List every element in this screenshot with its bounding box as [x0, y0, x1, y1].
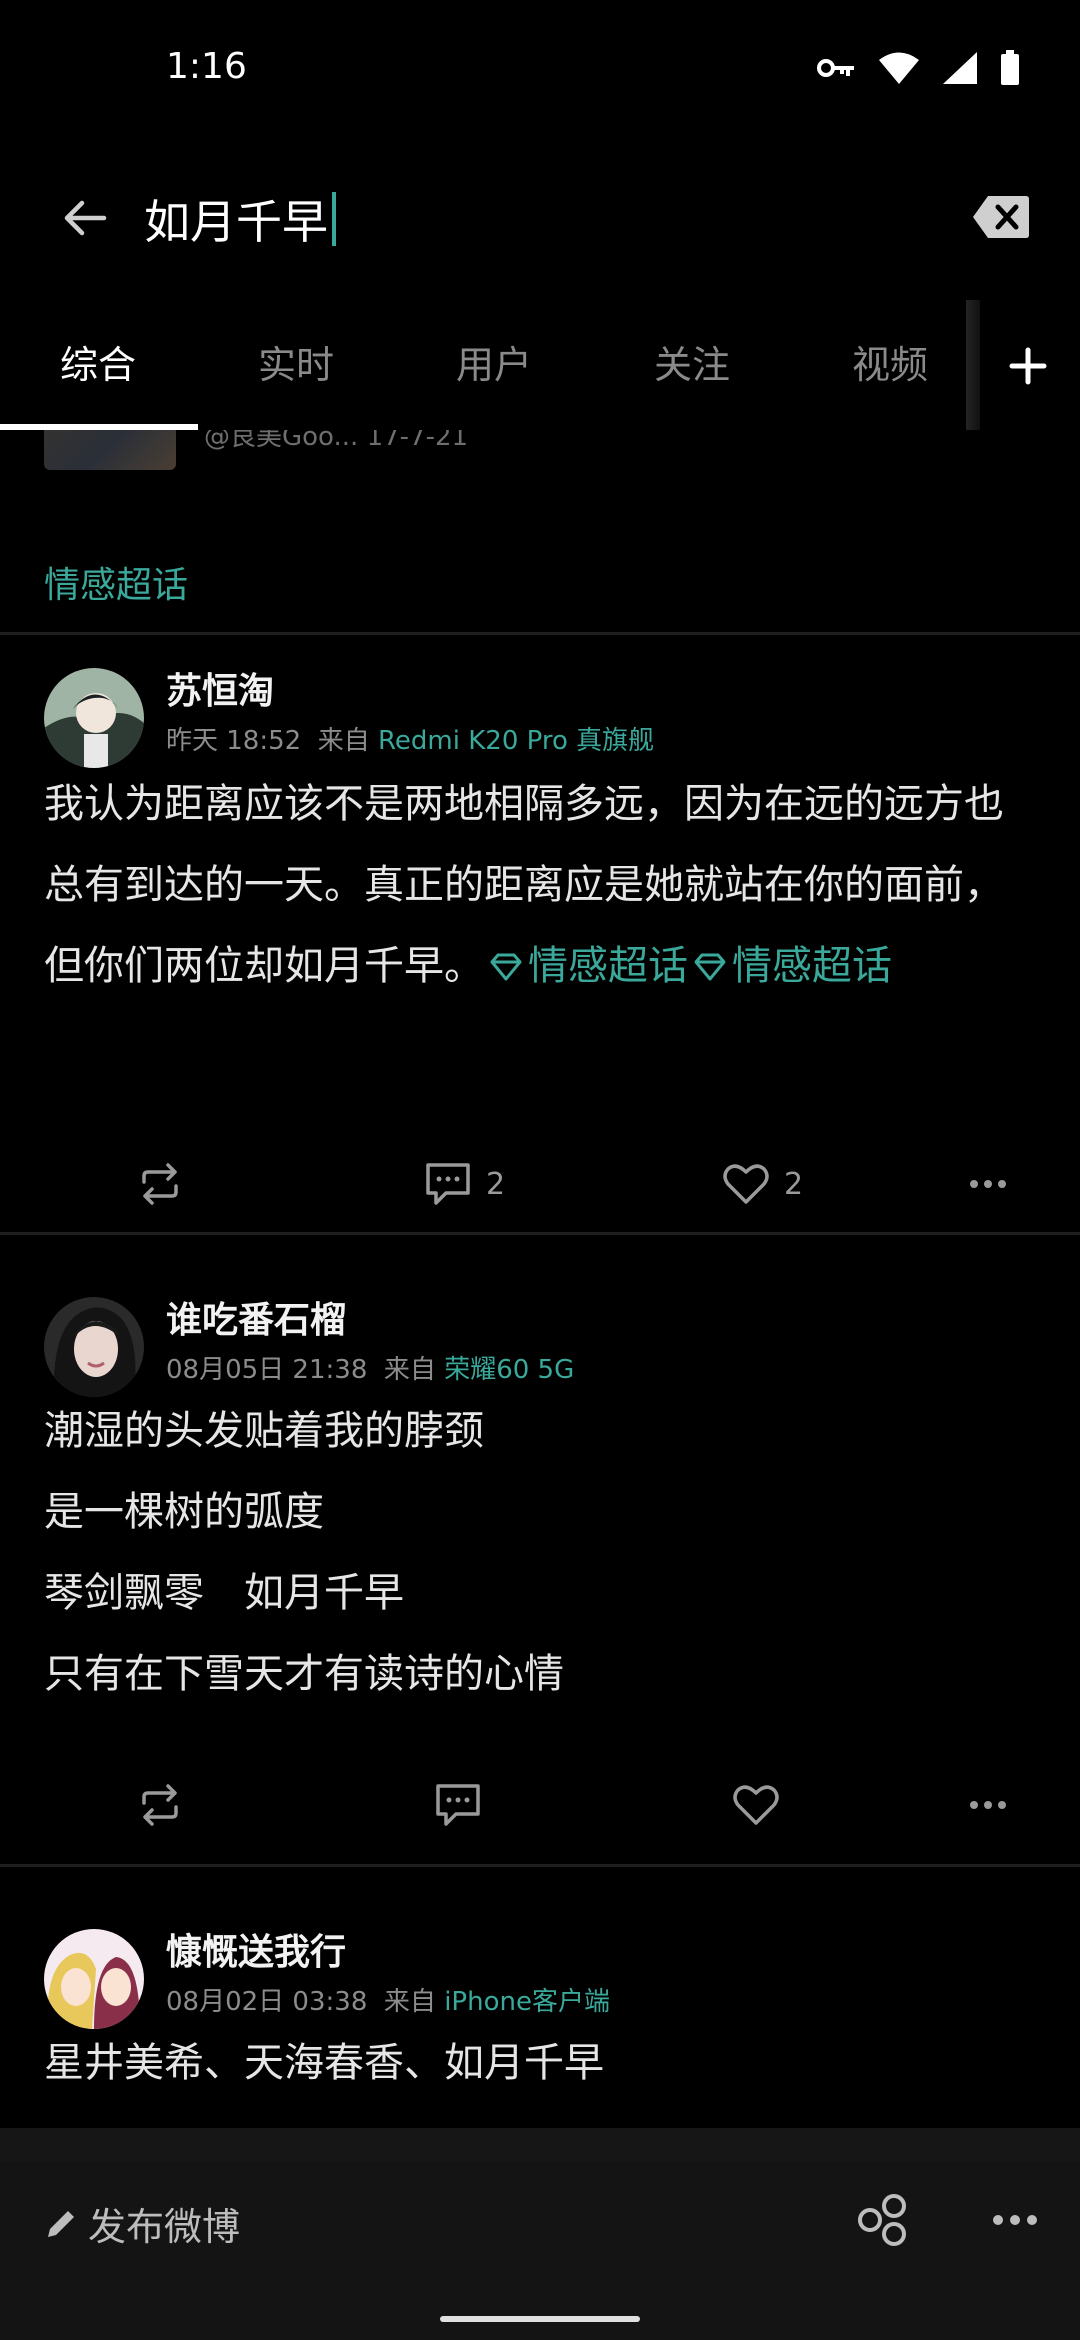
more-options-button[interactable]: [968, 1775, 1008, 1835]
battery-icon: [1001, 50, 1019, 85]
heart-icon: [723, 1164, 769, 1204]
username[interactable]: 苏恒淘: [166, 662, 274, 714]
wifi-icon: [879, 52, 919, 84]
post-line: 潮湿的头发贴着我的脖颈: [44, 1408, 484, 1454]
avatar[interactable]: [44, 1297, 144, 1397]
status-time: 1:16: [166, 46, 247, 87]
like-count: 2: [784, 1166, 804, 1202]
compose-button[interactable]: 发布微博: [44, 2196, 240, 2251]
post-body[interactable]: 我认为距离应该不是两地相隔多远，因为在远的远方也总有到达的一天。真正的距离应是她…: [44, 764, 1036, 1007]
partial-list-item[interactable]: @良美Goo... 17-7-21: [0, 430, 1080, 470]
post-source[interactable]: iPhone客户端: [444, 1987, 610, 2017]
avatar[interactable]: [44, 668, 144, 768]
repost-icon: [142, 1163, 178, 1205]
username[interactable]: 谁吃番石榴: [166, 1291, 346, 1343]
topic-link[interactable]: 情感超话: [688, 943, 892, 989]
section-label[interactable]: 情感超话: [44, 556, 188, 608]
clear-text-icon[interactable]: [972, 194, 1030, 240]
post-body[interactable]: 星井美希、天海春香、如月千早: [44, 2023, 1036, 2104]
status-bar: 1:16: [0, 0, 1080, 140]
repost-icon: [142, 1784, 178, 1826]
post-source-prefix: 来自: [383, 1987, 436, 2017]
compose-label: 发布微博: [88, 2205, 241, 2249]
post-source-prefix: 来自: [317, 726, 370, 756]
avatar[interactable]: [44, 1929, 144, 2029]
post-source[interactable]: 荣耀60 5G: [444, 1355, 574, 1385]
more-dots-icon: [970, 1180, 1006, 1188]
search-input[interactable]: 如月千早: [144, 186, 336, 252]
like-button[interactable]: 2: [722, 1154, 803, 1214]
search-bar: 如月千早: [0, 168, 1080, 268]
post-time: 昨天 18:52: [166, 726, 302, 756]
post-source-prefix: 来自: [383, 1355, 436, 1385]
post-time: 08月02日 03:38: [166, 1987, 368, 2017]
super-topic-icon: [694, 953, 726, 981]
bottom-bar: 发布微博: [0, 2162, 1080, 2340]
post-card[interactable]: 慷慨送我行 08月02日 03:38 来自 iPhone客户端 星井美希、天海春…: [0, 1867, 1080, 2127]
more-dots-icon: [970, 1801, 1006, 1809]
more-dots-icon[interactable]: [990, 2202, 1040, 2238]
post-line: 琴剑飘零 如月千早: [44, 1570, 404, 1616]
post-meta: 昨天 18:52 来自 Redmi K20 Pro 真旗舰: [166, 720, 654, 757]
post-source[interactable]: Redmi K20 Pro 真旗舰: [378, 726, 654, 756]
search-query: 如月千早: [144, 195, 328, 249]
tab-following[interactable]: 关注: [594, 300, 790, 430]
vpn-key-icon: [817, 59, 854, 77]
post-card[interactable]: 谁吃番石榴 08月05日 21:38 来自 荣耀60 5G 潮湿的头发贴着我的脖…: [0, 1235, 1080, 1865]
comment-button[interactable]: 2: [424, 1154, 505, 1214]
scroll-peek-content: [0, 2128, 1080, 2164]
post-time: 08月05日 21:38: [166, 1355, 368, 1385]
signal-icon: [943, 52, 977, 84]
comment-button[interactable]: [434, 1775, 482, 1835]
heart-icon: [733, 1785, 779, 1825]
status-icons: [816, 50, 1020, 86]
partial-item-meta: @良美Goo... 17-7-21: [204, 430, 469, 452]
home-indicator[interactable]: [440, 2316, 640, 2322]
topic-link[interactable]: 情感超话: [484, 943, 688, 989]
tab-realtime[interactable]: 实时: [198, 300, 394, 430]
post-line: 是一棵树的弧度: [44, 1489, 324, 1535]
share-icon[interactable]: [852, 2190, 912, 2250]
partial-thumbnail: [44, 430, 176, 470]
back-arrow-icon[interactable]: [56, 190, 112, 246]
post-line: 只有在下雪天才有读诗的心情: [44, 1651, 564, 1697]
post-meta: 08月05日 21:38 来自 荣耀60 5G: [166, 1349, 574, 1386]
pencil-icon: [48, 2210, 74, 2237]
comment-icon: [426, 1163, 470, 1205]
tab-video[interactable]: 视频: [792, 300, 988, 430]
tab-fade-divider: [966, 300, 980, 430]
add-tab-icon[interactable]: [992, 336, 1064, 396]
post-card[interactable]: 苏恒淘 昨天 18:52 来自 Redmi K20 Pro 真旗舰 我认为距离应…: [0, 632, 1080, 1232]
comment-icon: [436, 1784, 480, 1826]
text-caret: [332, 192, 336, 246]
username[interactable]: 慷慨送我行: [166, 1923, 346, 1975]
post-actions: [0, 1775, 1080, 1835]
super-topic-icon: [490, 953, 522, 981]
tab-bar: 综合 实时 用户 关注 视频: [0, 300, 1080, 430]
tab-comprehensive[interactable]: 综合: [0, 300, 196, 430]
repost-button[interactable]: [136, 1154, 184, 1214]
repost-button[interactable]: [136, 1775, 184, 1835]
post-text: 星井美希、天海春香、如月千早: [44, 2040, 604, 2086]
post-actions: 2 2: [0, 1154, 1080, 1214]
more-options-button[interactable]: [968, 1154, 1008, 1214]
like-button[interactable]: [732, 1775, 780, 1835]
comment-count: 2: [486, 1166, 506, 1202]
post-body[interactable]: 潮湿的头发贴着我的脖颈 是一棵树的弧度 琴剑飘零 如月千早 只有在下雪天才有读诗…: [44, 1391, 1036, 1715]
post-meta: 08月02日 03:38 来自 iPhone客户端: [166, 1981, 610, 2018]
tab-users[interactable]: 用户: [396, 300, 592, 430]
